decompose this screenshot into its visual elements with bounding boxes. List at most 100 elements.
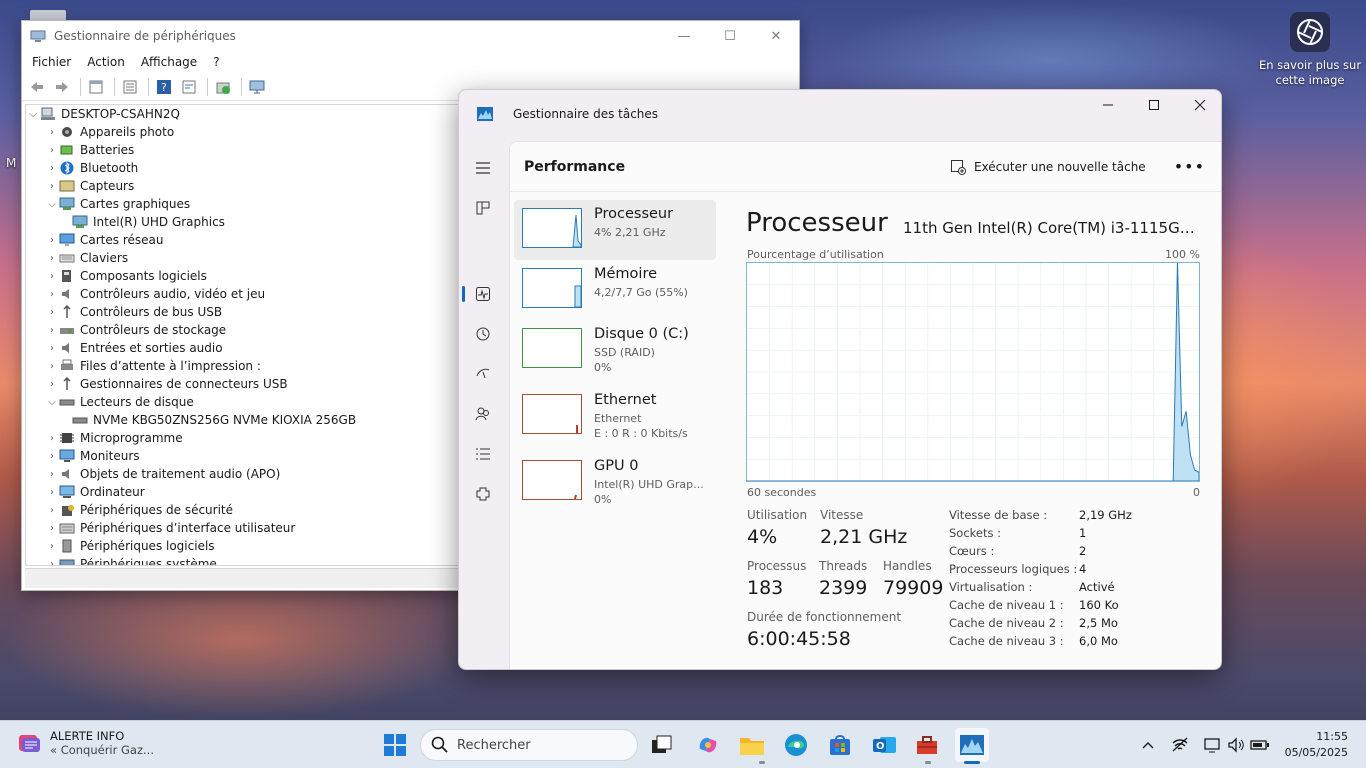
maximize-button[interactable]: [1131, 90, 1177, 120]
expand-arrow-icon[interactable]: ›: [45, 523, 59, 534]
battery-icon[interactable]: [1250, 735, 1270, 755]
device-category[interactable]: › Contrôleurs audio, vidéo et jeu: [26, 285, 465, 303]
search-box[interactable]: Rechercher: [420, 729, 638, 761]
performance-icon[interactable]: [471, 282, 495, 306]
close-button[interactable]: [1177, 90, 1221, 120]
display-icon[interactable]: [1203, 735, 1223, 755]
network-off-icon[interactable]: [1170, 735, 1190, 755]
collapse-arrow-icon[interactable]: ⌵: [45, 397, 59, 408]
device-category[interactable]: › Objets de traitement audio (APO): [26, 465, 465, 483]
device-category[interactable]: ⌵ Lecteurs de disque: [26, 393, 465, 411]
resources-icon[interactable]: [178, 76, 200, 98]
back-arrow-icon[interactable]: [26, 76, 48, 98]
expand-arrow-icon[interactable]: ›: [45, 253, 59, 264]
learn-more-desktop-icon[interactable]: En savoir plus sur cette image: [1258, 12, 1362, 88]
expand-arrow-icon[interactable]: ›: [45, 145, 59, 156]
device-manager-titlebar[interactable]: Gestionnaire de périphériques — ☐ ✕: [22, 21, 799, 51]
device-category[interactable]: › Files d’attente à l’impression :: [26, 357, 465, 375]
expand-arrow-icon[interactable]: ›: [45, 451, 59, 462]
task-manager-taskbar-app[interactable]: [955, 728, 989, 762]
edge-app[interactable]: [779, 728, 813, 762]
hamburger-menu-icon[interactable]: [471, 156, 495, 180]
device-category[interactable]: › Contrôleurs de bus USB: [26, 303, 465, 321]
services-icon[interactable]: [471, 482, 495, 506]
expand-arrow-icon[interactable]: ›: [45, 433, 59, 444]
perf-item-ethernet[interactable]: Ethernet Ethernet E : 0 R : 0 Kbits/s: [514, 386, 716, 446]
run-new-task-button[interactable]: Exécuter une nouvelle tâche: [950, 159, 1146, 175]
collapse-arrow-icon[interactable]: ⌵: [26, 109, 40, 120]
device-category[interactable]: › Gestionnaires de connecteurs USB: [26, 375, 465, 393]
minimize-button[interactable]: —: [661, 21, 707, 51]
list-view-icon[interactable]: [119, 76, 141, 98]
start-button[interactable]: [378, 728, 412, 762]
expand-arrow-icon[interactable]: ›: [45, 307, 59, 318]
scan-hardware-icon[interactable]: [246, 76, 268, 98]
device-category[interactable]: › Bluetooth: [26, 159, 465, 177]
expand-arrow-icon[interactable]: ›: [45, 271, 59, 282]
task-manager-titlebar[interactable]: Gestionnaire des tâches: [459, 90, 1221, 138]
expand-arrow-icon[interactable]: ›: [45, 541, 59, 552]
menu-fichier[interactable]: Fichier: [32, 55, 71, 69]
outlook-app[interactable]: O: [867, 728, 901, 762]
expand-arrow-icon[interactable]: ›: [45, 559, 59, 566]
expand-arrow-icon[interactable]: ›: [45, 181, 59, 192]
news-widget[interactable]: ALERTE INFO « Conquérir Gaz...: [16, 729, 154, 757]
device-category[interactable]: › Batteries: [26, 141, 465, 159]
update-driver-icon[interactable]: [212, 76, 234, 98]
device-item[interactable]: NVMe KBG50ZNS256G NVMe KIOXIA 256GB: [26, 411, 465, 429]
device-category[interactable]: › Claviers: [26, 249, 465, 267]
perf-item-cpu[interactable]: Processeur 4% 2,21 GHz: [514, 200, 716, 260]
device-category[interactable]: › Périphériques d’interface utilisateur: [26, 519, 465, 537]
properties-icon[interactable]: [85, 76, 107, 98]
users-icon[interactable]: [471, 402, 495, 426]
details-icon[interactable]: [471, 442, 495, 466]
device-category[interactable]: › Composants logiciels: [26, 267, 465, 285]
device-category[interactable]: › Périphériques de sécurité: [26, 501, 465, 519]
menu-affichage[interactable]: Affichage: [141, 55, 197, 69]
expand-arrow-icon[interactable]: ›: [45, 235, 59, 246]
device-category[interactable]: › Capteurs: [26, 177, 465, 195]
device-category[interactable]: › Contrôleurs de stockage: [26, 321, 465, 339]
startup-apps-icon[interactable]: [471, 362, 495, 386]
device-item[interactable]: Intel(R) UHD Graphics: [26, 213, 465, 231]
expand-arrow-icon[interactable]: ›: [45, 289, 59, 300]
toolbox-app[interactable]: [910, 728, 944, 762]
minimize-button[interactable]: [1085, 90, 1131, 120]
expand-arrow-icon[interactable]: ›: [45, 487, 59, 498]
menu-help[interactable]: ?: [213, 55, 219, 69]
tree-root[interactable]: ⌵ DESKTOP-CSAHN2Q: [26, 105, 465, 123]
help-icon[interactable]: ?: [153, 76, 175, 98]
device-category[interactable]: ⌵ Cartes graphiques: [26, 195, 465, 213]
device-category[interactable]: › Périphériques logiciels: [26, 537, 465, 555]
copilot-app[interactable]: [691, 728, 725, 762]
processes-icon[interactable]: [471, 196, 495, 220]
perf-item-disk[interactable]: Disque 0 (C:) SSD (RAID) 0%: [514, 320, 716, 380]
clock[interactable]: 11:55 05/05/2025: [1285, 729, 1348, 761]
collapse-arrow-icon[interactable]: ⌵: [45, 199, 59, 210]
expand-arrow-icon[interactable]: ›: [45, 325, 59, 336]
device-category[interactable]: › Microprogramme: [26, 429, 465, 447]
expand-arrow-icon[interactable]: ›: [45, 379, 59, 390]
menu-action[interactable]: Action: [87, 55, 125, 69]
perf-item-gpu[interactable]: GPU 0 Intel(R) UHD Grap... 0%: [514, 452, 716, 512]
device-category[interactable]: › Moniteurs: [26, 447, 465, 465]
store-app[interactable]: [823, 728, 857, 762]
device-category[interactable]: › Cartes réseau: [26, 231, 465, 249]
file-explorer-app[interactable]: [735, 728, 769, 762]
close-button[interactable]: ✕: [753, 21, 799, 51]
device-category[interactable]: › Ordinateur: [26, 483, 465, 501]
volume-icon[interactable]: [1226, 735, 1246, 755]
expand-arrow-icon[interactable]: ›: [45, 361, 59, 372]
more-options-button[interactable]: •••: [1174, 157, 1205, 176]
device-category[interactable]: › Entrées et sorties audio: [26, 339, 465, 357]
perf-item-memory[interactable]: Mémoire 4,2/7,7 Go (55%): [514, 260, 716, 320]
expand-arrow-icon[interactable]: ›: [45, 469, 59, 480]
expand-arrow-icon[interactable]: ›: [45, 343, 59, 354]
chevron-up-icon[interactable]: [1138, 735, 1158, 755]
device-category[interactable]: › Périphériques système: [26, 555, 465, 566]
app-history-icon[interactable]: [471, 322, 495, 346]
maximize-button[interactable]: ☐: [707, 21, 753, 51]
forward-arrow-icon[interactable]: [51, 76, 73, 98]
expand-arrow-icon[interactable]: ›: [45, 163, 59, 174]
task-view-button[interactable]: [645, 728, 679, 762]
